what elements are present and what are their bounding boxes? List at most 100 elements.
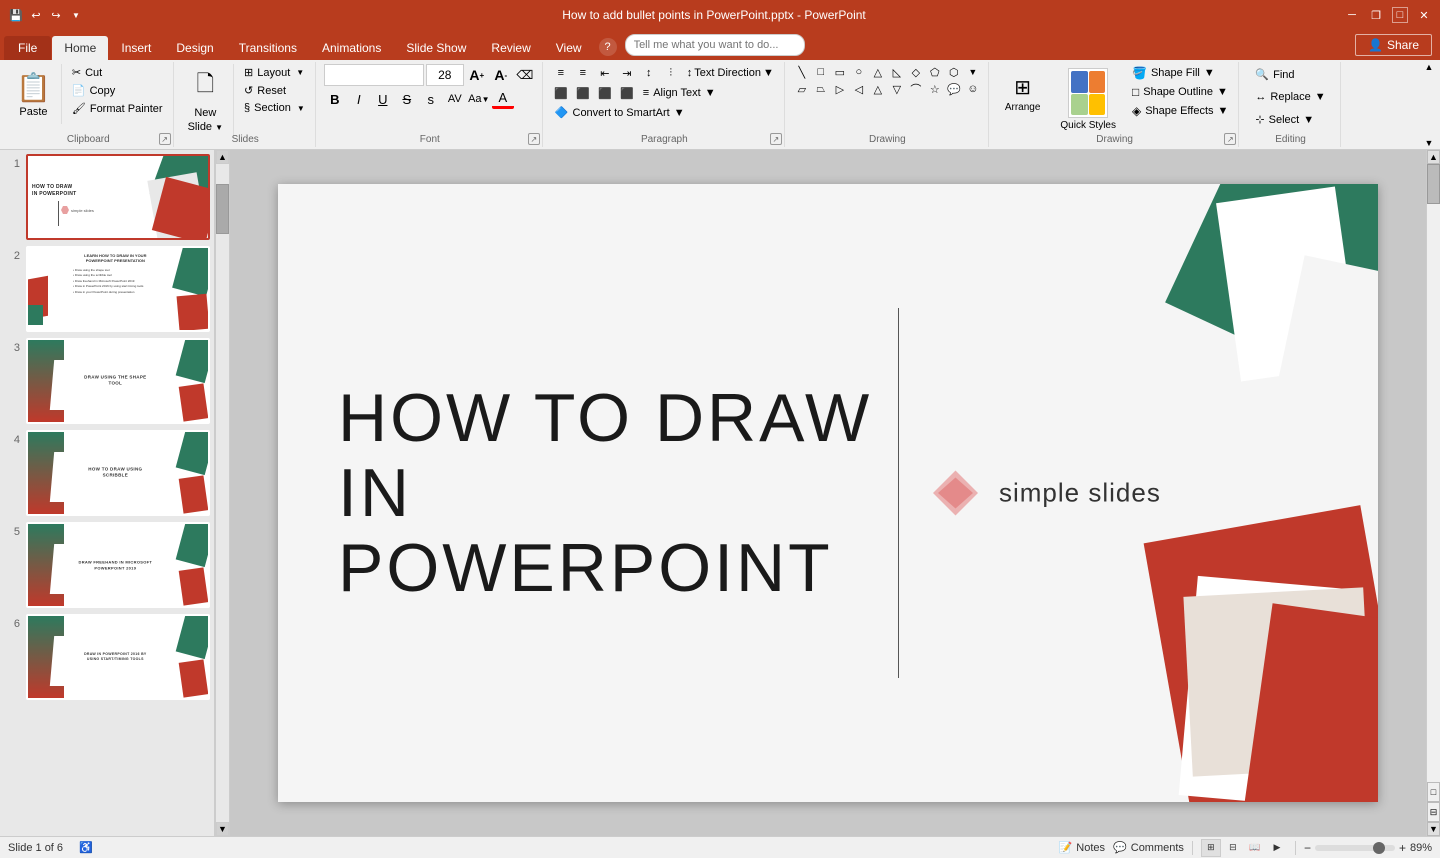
zoom-in-button[interactable]: + [1399, 841, 1406, 855]
minimize-icon[interactable]: ─ [1344, 7, 1360, 23]
increase-indent-button[interactable]: ⇥ [617, 64, 637, 82]
reading-view-button[interactable]: 📖 [1245, 839, 1265, 857]
text-direction-button[interactable]: ↕ Text Direction ▼ [683, 65, 778, 81]
shape-more[interactable]: ▼ [964, 64, 982, 80]
shape-outline-button[interactable]: □ Shape Outline ▼ [1128, 83, 1232, 101]
slide-preview-6[interactable]: DRAW IN POWERPOINT 2016 BYUSING START/TI… [26, 614, 210, 700]
slide-thumb-4[interactable]: 4 HOW TO DRAW USINGSCRIBBLE [4, 430, 210, 516]
slide-preview-2[interactable]: LEARN HOW TO DRAW IN YOURPOWERPOINT PRES… [26, 246, 210, 332]
font-expand[interactable]: ↗ [528, 133, 540, 145]
tab-transitions[interactable]: Transitions [227, 36, 309, 60]
tab-slideshow[interactable]: Slide Show [394, 36, 478, 60]
shape-diamond[interactable]: ◇ [907, 64, 925, 80]
slide-thumb-3[interactable]: 3 DRAW USING THE SHAPETOOL [4, 338, 210, 424]
columns-button[interactable]: ⫶ [661, 64, 681, 82]
format-painter-button[interactable]: 🖌 Format Painter [68, 100, 167, 117]
shadow-button[interactable]: s [420, 89, 442, 109]
italic-button[interactable]: I [348, 89, 370, 109]
slide-thumb-6[interactable]: 6 DRAW IN POWERPOINT 2016 BYUSING START/… [4, 614, 210, 700]
slide-main-title[interactable]: HOW TO DRAW IN POWERPOINT [338, 381, 878, 605]
numbered-list-button[interactable]: ≡ [573, 64, 593, 82]
canvas-area[interactable]: HOW TO DRAW IN POWERPOINT simple slides [230, 150, 1426, 836]
shape-hexagon[interactable]: ⬡ [945, 64, 963, 80]
replace-button[interactable]: ↔ Replace ▼ [1247, 87, 1333, 107]
ribbon-scroll-down[interactable]: ▼ [1425, 138, 1434, 148]
slide-preview-4[interactable]: HOW TO DRAW USINGSCRIBBLE [26, 430, 210, 516]
comments-button[interactable]: 💬 Comments [1113, 841, 1184, 854]
scroll-thumb[interactable] [1427, 164, 1440, 204]
char-spacing-button[interactable]: AV [444, 89, 466, 109]
justify-button[interactable]: ⬛ [617, 84, 637, 102]
section-button[interactable]: § Section ▼ [240, 100, 309, 116]
zoom-slider[interactable] [1315, 845, 1395, 851]
tab-insert[interactable]: Insert [109, 36, 163, 60]
align-right-button[interactable]: ⬛ [595, 84, 615, 102]
copy-button[interactable]: 📄 Copy [68, 82, 167, 99]
shape-smiley[interactable]: ☺ [964, 81, 982, 97]
paragraph-expand[interactable]: ↗ [770, 133, 782, 145]
shape-triangle[interactable]: △ [869, 64, 887, 80]
tab-view[interactable]: View [544, 36, 594, 60]
slide-thumb-2[interactable]: 2 LEARN HOW TO DRAW IN YOURPOWERPOINT PR… [4, 246, 210, 332]
font-size-input[interactable] [426, 64, 464, 86]
align-left-button[interactable]: ⬛ [551, 84, 571, 102]
bullet-list-button[interactable]: ≡ [551, 64, 571, 82]
panel-scroll-down[interactable]: ▼ [216, 822, 229, 836]
customize-icon[interactable]: ▼ [68, 7, 84, 23]
font-color-button[interactable]: A [492, 89, 514, 109]
select-button[interactable]: ⊹ Select ▼ [1247, 109, 1322, 130]
tab-animations[interactable]: Animations [310, 36, 393, 60]
slide-preview-1[interactable]: HOW TO DRAWIN POWERPOINT simple slides [26, 154, 210, 240]
align-text-button[interactable]: ≡ Align Text ▼ [639, 85, 720, 101]
shape-line[interactable]: ╲ [793, 64, 811, 80]
find-button[interactable]: 🔍 Find [1247, 64, 1302, 85]
restore-icon[interactable]: ❐ [1368, 7, 1384, 23]
change-case-button[interactable]: Aa▼ [468, 89, 490, 109]
shape-arrow-l[interactable]: ◁ [850, 81, 868, 97]
slide-canvas[interactable]: HOW TO DRAW IN POWERPOINT simple slides [278, 184, 1378, 802]
share-button[interactable]: 👤 Share [1355, 34, 1432, 56]
slide-thumb-1[interactable]: 1 HOW TO DRAWIN POWERPOINT si [4, 154, 210, 240]
slide-sorter-button[interactable]: ⊟ [1223, 839, 1243, 857]
slide-preview-3[interactable]: DRAW USING THE SHAPETOOL [26, 338, 210, 424]
align-center-button[interactable]: ⬛ [573, 84, 593, 102]
shape-arrow-up[interactable]: △ [869, 81, 887, 97]
slide-preview-5[interactable]: DRAW FREEHAND IN MICROSOFTPOWERPOINT 201… [26, 522, 210, 608]
panel-scroll-up[interactable]: ▲ [216, 150, 229, 164]
new-slide-button[interactable]: 🗋 New Slide ▼ [182, 64, 229, 136]
panel-scroll-thumb[interactable] [216, 184, 229, 234]
redo-icon[interactable]: ↪ [48, 7, 64, 23]
strikethrough-button[interactable]: S [396, 89, 418, 109]
shape-rtriangle[interactable]: ◺ [888, 64, 906, 80]
shape-curve[interactable]: ⌒ [907, 81, 925, 97]
reset-button[interactable]: ↺ Reset [240, 82, 309, 99]
shape-para[interactable]: ▱ [793, 81, 811, 97]
tab-review[interactable]: Review [479, 36, 542, 60]
shape-round-rect[interactable]: ▭ [831, 64, 849, 80]
maximize-icon[interactable]: □ [1392, 7, 1408, 23]
tab-home[interactable]: Home [52, 36, 108, 60]
normal-view-button[interactable]: ⊞ [1201, 839, 1221, 857]
shape-callout[interactable]: 💬 [945, 81, 963, 97]
bold-button[interactable]: B [324, 89, 346, 109]
arrange-button[interactable]: ⊞ Arrange [997, 64, 1049, 124]
shape-trap[interactable]: ⏢ [812, 81, 830, 97]
help-icon[interactable]: ? [599, 38, 617, 56]
shape-oval[interactable]: ○ [850, 64, 868, 80]
decrease-font-button[interactable]: A- [490, 65, 512, 85]
shape-arrow-dn[interactable]: ▽ [888, 81, 906, 97]
quick-styles-button[interactable]: Quick Styles [1052, 64, 1124, 135]
scroll-zoom-small[interactable]: ⊟ [1427, 802, 1440, 822]
zoom-level[interactable]: 89% [1410, 842, 1432, 854]
tell-me-input[interactable] [625, 34, 805, 56]
shape-effects-button[interactable]: ◈ Shape Effects ▼ [1128, 102, 1232, 120]
scroll-up-arrow[interactable]: ▲ [1427, 150, 1440, 164]
line-spacing-button[interactable]: ↕ [639, 64, 659, 82]
clipboard-expand[interactable]: ↗ [159, 133, 171, 145]
cut-button[interactable]: ✂ Cut [68, 64, 167, 81]
decrease-indent-button[interactable]: ⇤ [595, 64, 615, 82]
save-icon[interactable]: 💾 [8, 7, 24, 23]
slide-thumb-5[interactable]: 5 DRAW FREEHAND IN MICROSOFTPOWERPOINT 2… [4, 522, 210, 608]
zoom-out-button[interactable]: − [1304, 841, 1311, 855]
shape-rect[interactable]: □ [812, 64, 830, 80]
